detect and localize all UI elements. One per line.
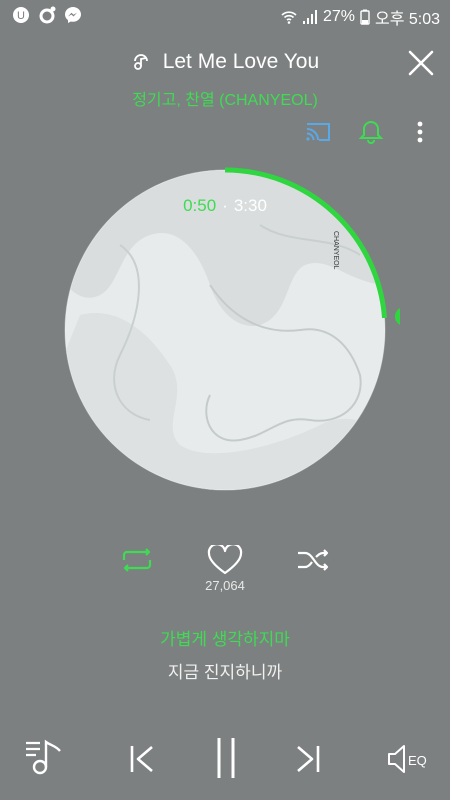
cast-icon[interactable] <box>304 118 332 146</box>
playlist-icon[interactable] <box>24 738 64 778</box>
album-art <box>65 170 385 490</box>
eq-label: EQ <box>408 753 427 768</box>
heart-icon[interactable] <box>207 545 243 575</box>
like-count: 27,064 <box>205 578 245 593</box>
lyric-current-line[interactable]: 가볍게 생각하지마 <box>0 625 450 650</box>
playback-time: 0:50 · 3:30 <box>0 196 450 216</box>
album-text: CHANYEOL <box>332 231 339 270</box>
lyric-next-line[interactable]: 지금 진지하니까 <box>0 658 450 683</box>
seek-handle[interactable] <box>394 307 400 326</box>
notification-icons: U <box>12 6 82 24</box>
album-art-disc: CHANYEOL <box>64 167 400 491</box>
close-icon[interactable] <box>406 48 436 78</box>
signal-icon <box>302 10 317 24</box>
more-vert-icon[interactable] <box>410 118 430 146</box>
song-info-icon <box>133 54 148 71</box>
total-time: 3:30 <box>233 196 267 215</box>
shuffle-icon[interactable] <box>296 548 330 572</box>
current-time: 0:50 <box>183 196 217 215</box>
music-app-notification-icon <box>39 6 56 24</box>
song-title: Let Me Love You <box>162 50 320 73</box>
status-bar: U 27% 오후 5:03 <box>0 0 450 32</box>
clock: 오후 5:03 <box>374 11 440 28</box>
artist-name[interactable]: 정기고, 찬열 (CHANYEOL) <box>0 86 450 110</box>
battery-icon <box>360 9 370 25</box>
app-notification-icon: U <box>13 7 29 23</box>
battery-percent: 27% <box>322 8 355 25</box>
equalizer-icon[interactable]: EQ <box>386 742 430 776</box>
song-title-row: Let Me Love You <box>0 50 450 74</box>
bell-icon[interactable] <box>357 118 385 146</box>
playback-controls: EQ <box>0 730 450 790</box>
skip-next-icon[interactable] <box>294 744 322 774</box>
system-indicators: 27% 오후 5:03 <box>281 5 440 29</box>
skip-previous-icon[interactable] <box>128 744 156 774</box>
repeat-icon[interactable] <box>120 548 154 572</box>
wifi-icon <box>281 11 297 24</box>
messenger-icon <box>65 7 81 23</box>
pause-icon[interactable] <box>212 736 240 780</box>
svg-text:U: U <box>17 10 25 22</box>
time-separator: · <box>222 196 228 215</box>
